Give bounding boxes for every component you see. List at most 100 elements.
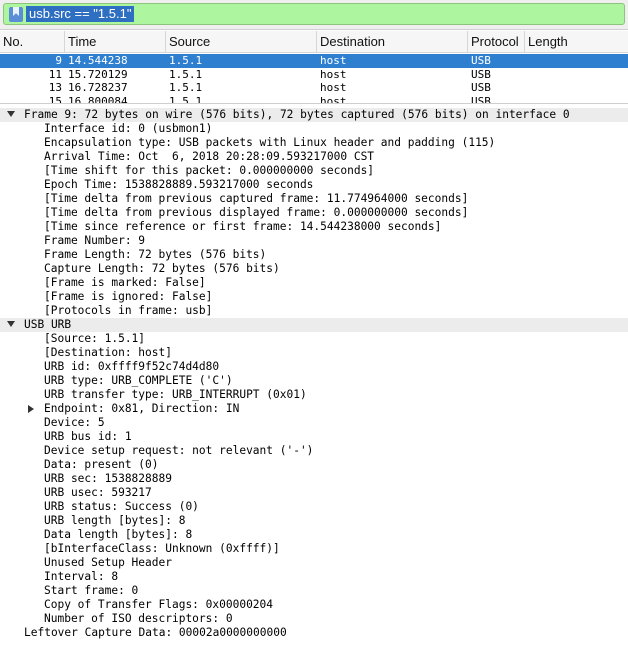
display-filter-text[interactable]: usb.src == "1.5.1" [26, 6, 135, 22]
packet-cell-time: 16.800084 [68, 94, 128, 104]
column-header-destination[interactable]: Destination [317, 31, 468, 53]
tree-item-text: [Protocols in frame: usb] [44, 304, 213, 317]
tree-field[interactable]: [Frame is ignored: False] [0, 290, 628, 304]
tree-item-text: Endpoint: 0x81, Direction: IN [44, 402, 240, 415]
tree-field[interactable]: [Time delta from previous displayed fram… [0, 206, 628, 220]
tree-item-text: Capture Length: 72 bytes (576 bits) [44, 262, 280, 275]
tree-field[interactable]: Leftover Capture Data: 00002a0000000000 [0, 626, 628, 640]
tree-field[interactable]: [Frame is marked: False] [0, 276, 628, 290]
packet-cell-no: 15 [48, 94, 62, 104]
tree-item-text: Device setup request: not relevant ('-') [44, 444, 314, 457]
tree-item-text: [Time shift for this packet: 0.000000000… [44, 164, 375, 177]
packet-cell-protocol: USB [471, 54, 491, 67]
tree-item-text: URB bus id: 1 [44, 430, 132, 443]
tree-field[interactable]: URB bus id: 1 [0, 430, 628, 444]
tree-field[interactable]: Frame Number: 9 [0, 234, 628, 248]
tree-field[interactable]: Arrival Time: Oct 6, 2018 20:28:09.59321… [0, 150, 628, 164]
tree-field[interactable]: [Time delta from previous captured frame… [0, 192, 628, 206]
tree-field[interactable]: [Source: 1.5.1] [0, 332, 628, 346]
tree-item-text: [Destination: host] [44, 346, 172, 359]
packet-cell-time: 15.720129 [68, 67, 128, 81]
column-header-source[interactable]: Source [166, 31, 317, 53]
tree-field[interactable]: URB usec: 593217 [0, 486, 628, 500]
collapsed-arrow-icon[interactable] [28, 405, 34, 413]
tree-item-text: URB id: 0xffff9f52c74d4d80 [44, 360, 220, 373]
tree-field[interactable]: Encapsulation type: USB packets with Lin… [0, 136, 628, 150]
packet-cell-source: 1.5.1 [169, 94, 203, 104]
tree-item-text: URB status: Success (0) [44, 500, 199, 513]
tree-field[interactable]: Capture Length: 72 bytes (576 bits) [0, 262, 628, 276]
packet-cell-destination: host [320, 81, 347, 94]
tree-field[interactable]: URB sec: 1538828889 [0, 472, 628, 486]
tree-field[interactable]: Interval: 8 [0, 570, 628, 584]
tree-field[interactable]: Unused Setup Header [0, 556, 628, 570]
packet-details-pane[interactable]: Frame 9: 72 bytes on wire (576 bits), 72… [0, 106, 628, 668]
tree-field[interactable]: Frame Length: 72 bytes (576 bits) [0, 248, 628, 262]
packet-cell-source: 1.5.1 [169, 81, 203, 94]
tree-field[interactable]: Interface id: 0 (usbmon1) [0, 122, 628, 136]
tree-field[interactable]: [bInterfaceClass: Unknown (0xffff)] [0, 542, 628, 556]
tree-item-text: URB type: URB_COMPLETE ('C') [44, 374, 233, 387]
tree-field[interactable]: URB type: URB_COMPLETE ('C') [0, 374, 628, 388]
packet-row[interactable]: 13 16.728237 1.5.1 host USB [0, 81, 628, 95]
tree-field[interactable]: Number of ISO descriptors: 0 [0, 612, 628, 626]
packet-row[interactable]: 11 15.720129 1.5.1 host USB [0, 68, 628, 82]
tree-field[interactable]: Data: present (0) [0, 458, 628, 472]
display-filter-toolbar: usb.src == "1.5.1" [0, 0, 628, 30]
tree-field[interactable]: Epoch Time: 1538828889.593217000 seconds [0, 178, 628, 192]
tree-field[interactable]: URB length [bytes]: 8 [0, 514, 628, 528]
tree-field[interactable]: Device: 5 [0, 416, 628, 430]
tree-item-text: Frame Length: 72 bytes (576 bits) [44, 248, 267, 261]
column-header-protocol[interactable]: Protocol [468, 31, 525, 53]
tree-item-text: Number of ISO descriptors: 0 [44, 612, 233, 625]
tree-item-text: Unused Setup Header [44, 556, 172, 569]
packet-list-header: No. Time Source Destination Protocol Len… [0, 31, 628, 53]
tree-field[interactable]: URB transfer type: URB_INTERRUPT (0x01) [0, 388, 628, 402]
tree-item-text: Data: present (0) [44, 458, 159, 471]
tree-field[interactable]: [Destination: host] [0, 346, 628, 360]
tree-item-text: Encapsulation type: USB packets with Lin… [44, 136, 496, 149]
tree-item-text: Start frame: 0 [44, 584, 139, 597]
bookmark-icon[interactable] [9, 7, 23, 22]
packet-cell-destination: host [320, 94, 347, 104]
packet-cell-no: 9 [55, 54, 62, 67]
tree-field[interactable]: [Time since reference or first frame: 14… [0, 220, 628, 234]
tree-item-text: [bInterfaceClass: Unknown (0xffff)] [44, 542, 280, 555]
packet-list[interactable]: No. Time Source Destination Protocol Len… [0, 31, 628, 104]
tree-field[interactable]: Start frame: 0 [0, 584, 628, 598]
expanded-arrow-icon[interactable] [7, 111, 15, 117]
tree-field[interactable]: Data length [bytes]: 8 [0, 528, 628, 542]
tree-item-text: Data length [bytes]: 8 [44, 528, 193, 541]
packet-cell-time: 14.544238 [68, 54, 128, 67]
tree-field[interactable]: [Protocols in frame: usb] [0, 304, 628, 318]
column-header-length[interactable]: Length [525, 31, 628, 53]
display-filter-input[interactable]: usb.src == "1.5.1" [3, 3, 625, 25]
tree-field[interactable]: URB status: Success (0) [0, 500, 628, 514]
tree-item-text: Leftover Capture Data: 00002a0000000000 [24, 626, 287, 639]
packet-row[interactable]: 9 14.544238 1.5.1 host USB [0, 54, 628, 68]
tree-item-text: URB length [bytes]: 8 [44, 514, 186, 527]
tree-item-text: Device: 5 [44, 416, 105, 429]
tree-item-text: USB URB [24, 318, 72, 331]
packet-cell-no: 13 [48, 81, 62, 94]
tree-field[interactable]: Device setup request: not relevant ('-') [0, 444, 628, 458]
tree-item-text: URB usec: 593217 [44, 486, 152, 499]
tree-field[interactable]: Endpoint: 0x81, Direction: IN [0, 402, 628, 416]
tree-item-text: [Frame is marked: False] [44, 276, 206, 289]
tree-field[interactable]: URB id: 0xffff9f52c74d4d80 [0, 360, 628, 374]
tree-item-text: URB sec: 1538828889 [44, 472, 172, 485]
tree-item-text: [Source: 1.5.1] [44, 332, 146, 345]
packet-cell-protocol: USB [471, 94, 491, 104]
tree-item-text: [Frame is ignored: False] [44, 290, 213, 303]
column-header-time[interactable]: Time [65, 31, 166, 53]
tree-section-header[interactable]: USB URB [0, 318, 628, 332]
expanded-arrow-icon[interactable] [7, 321, 15, 327]
tree-field[interactable]: [Time shift for this packet: 0.000000000… [0, 164, 628, 178]
packet-cell-source: 1.5.1 [169, 54, 203, 67]
column-header-no[interactable]: No. [0, 31, 65, 53]
packet-cell-source: 1.5.1 [169, 67, 203, 81]
tree-item-text: Epoch Time: 1538828889.593217000 seconds [44, 178, 314, 191]
tree-section-header[interactable]: Frame 9: 72 bytes on wire (576 bits), 72… [0, 108, 628, 122]
tree-field[interactable]: Copy of Transfer Flags: 0x00000204 [0, 598, 628, 612]
packet-row[interactable]: 15 16.800084 1.5.1 host USB [0, 94, 628, 104]
